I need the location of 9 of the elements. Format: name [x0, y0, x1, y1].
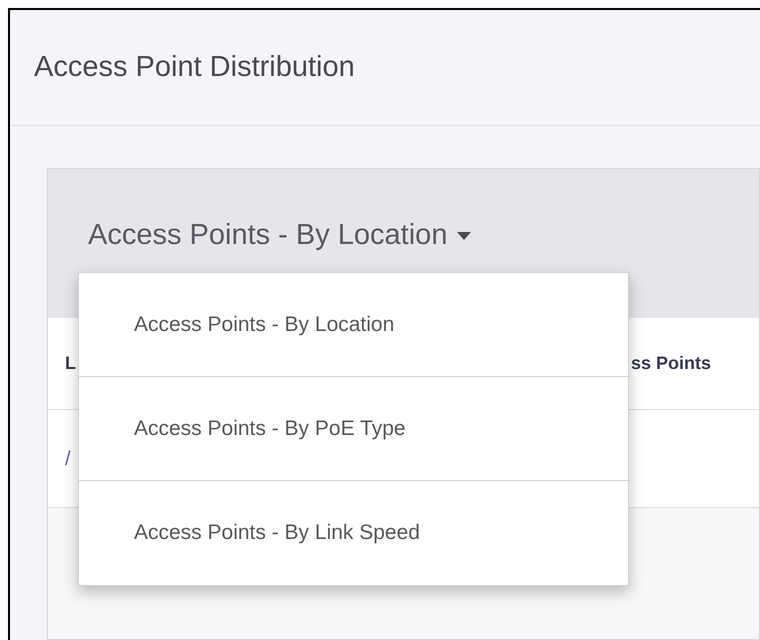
- column-header: ss Points: [631, 352, 712, 375]
- table-cell-text: /: [65, 446, 71, 472]
- menu-item[interactable]: Access Points - By Link Speed: [79, 481, 628, 585]
- column-header: L: [65, 352, 77, 375]
- view-dropdown[interactable]: Access Points - By Location: [88, 214, 472, 258]
- caret-icon: [457, 232, 472, 240]
- menu-item[interactable]: Access Points - By Location: [79, 273, 628, 377]
- menu-item[interactable]: Access Points - By PoE Type: [79, 377, 628, 481]
- page-title: Access Point Distribution: [34, 50, 355, 85]
